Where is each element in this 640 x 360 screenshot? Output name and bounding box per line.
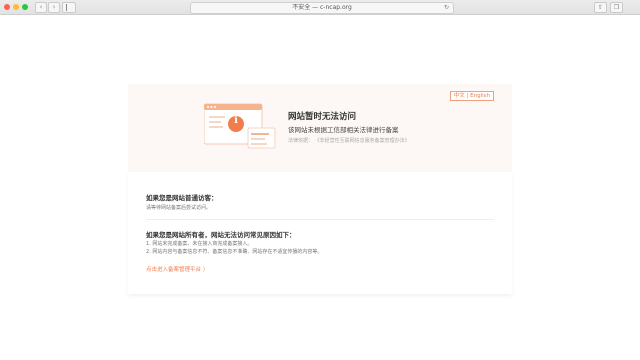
share-button[interactable]: ⇧ <box>594 2 607 13</box>
owner-heading: 如果您是网站所有者，网站无法访问常见原因如下： <box>146 231 296 239</box>
owner-reason-2: 2. 网站内容与备案信息不符、备案信息不准确、网站存在不适宜传播的内容等。 <box>146 249 323 255</box>
tabs-icon: ❐ <box>613 4 620 11</box>
back-button[interactable]: ‹ <box>35 2 47 13</box>
legal-basis-label: 法律依据： <box>288 138 314 144</box>
legal-basis-link[interactable]: 《非经营性互联网信息服务备案管理办法》 <box>315 138 410 144</box>
tabs-overview-button[interactable]: ❐ <box>610 2 623 13</box>
forward-button[interactable]: › <box>48 2 60 13</box>
zoom-window-button[interactable] <box>22 4 28 10</box>
sidebar-icon <box>66 4 67 11</box>
browser-warning-illustration <box>204 103 276 149</box>
chevron-right-icon: › <box>52 3 56 11</box>
sidebar-toggle-button[interactable] <box>62 2 76 13</box>
owner-reason-1: 1. 网站未完成备案、未在接入商完成备案接入。 <box>146 241 253 247</box>
address-bar[interactable]: 不安全 — c-ncap.org ↻ <box>190 2 454 14</box>
language-switch: 中文 | English <box>449 91 494 101</box>
minimize-window-button[interactable] <box>13 4 19 10</box>
chevron-left-icon: ‹ <box>39 3 43 11</box>
lang-en-link[interactable]: English <box>470 93 490 99</box>
notice-banner: 中文 | English i 网站暂时无法访问 该网站未根据工信部相关法律进行备… <box>128 84 512 172</box>
divider <box>146 219 494 220</box>
lang-zh-link[interactable]: 中文 <box>454 93 465 99</box>
reload-icon[interactable]: ↻ <box>444 3 449 13</box>
page-subtitle: 该网站未根据工信部相关法律进行备案 <box>288 126 399 134</box>
browser-toolbar: ‹ › 不安全 — c-ncap.org ↻ ⇧ ❐ <box>0 0 640 15</box>
visitor-heading: 如果您是网站普通访客： <box>146 194 218 202</box>
legal-basis: 法律依据： 《非经营性互联网信息服务备案管理办法》 <box>288 137 410 144</box>
close-window-button[interactable] <box>4 4 10 10</box>
page-title: 网站暂时无法访问 <box>288 112 357 122</box>
address-text: 不安全 — c-ncap.org <box>292 4 352 11</box>
visitor-text: 请等待网站备案后尝试访问。 <box>146 205 212 211</box>
filing-platform-link[interactable]: 点击进入备案管理平台 〉 <box>146 265 208 273</box>
share-icon: ⇧ <box>597 4 604 11</box>
